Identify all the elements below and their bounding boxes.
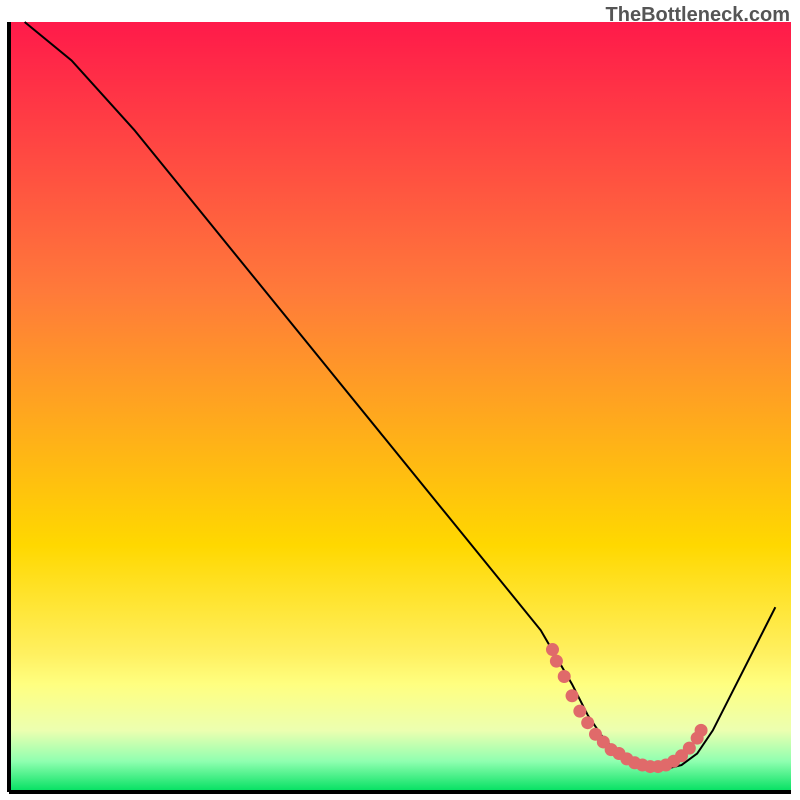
watermark-label: TheBottleneck.com — [606, 4, 790, 27]
chart-container: { "watermark": "TheBottleneck.com", "cha… — [0, 0, 800, 800]
optimal-range-dot — [558, 670, 571, 683]
optimal-range-dot — [550, 655, 563, 668]
optimal-range-dot — [695, 724, 708, 737]
optimal-range-dot — [546, 643, 559, 656]
optimal-range-dot — [581, 716, 594, 729]
optimal-range-dot — [573, 705, 586, 718]
optimal-range-dot — [566, 689, 579, 702]
chart-svg — [0, 0, 800, 800]
chart-gradient-bg — [9, 22, 791, 792]
